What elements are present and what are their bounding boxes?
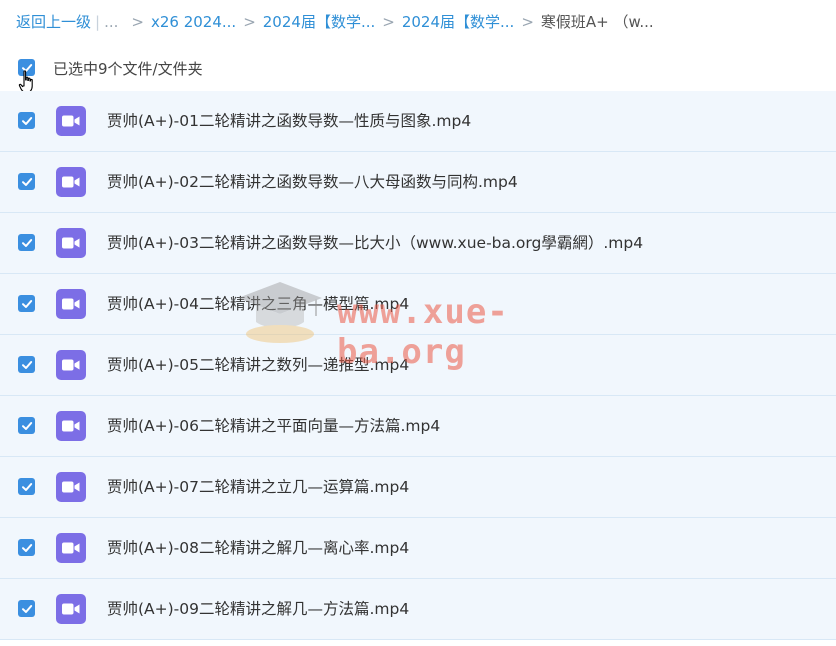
chevron-right-icon: > [521, 13, 534, 31]
file-name: 贾帅(A+)-09二轮精讲之解几—方法篇.mp4 [107, 600, 410, 618]
checkmark-icon [21, 482, 32, 491]
breadcrumb-item[interactable]: 2024届【数学... [402, 13, 514, 31]
video-file-icon [56, 228, 86, 258]
breadcrumb-ellipsis[interactable]: ... [104, 13, 118, 31]
video-file-icon [56, 594, 86, 624]
chevron-right-icon: > [131, 13, 144, 31]
file-checkbox[interactable] [18, 600, 35, 617]
file-name: 贾帅(A+)-02二轮精讲之函数导数—八大母函数与同构.mp4 [107, 173, 518, 191]
checkmark-icon [21, 299, 32, 308]
file-list: 贾帅(A+)-01二轮精讲之函数导数—性质与图象.mp4 贾帅(A+)-02二轮精… [0, 91, 836, 640]
chevron-right-icon: > [243, 13, 256, 31]
file-checkbox[interactable] [18, 356, 35, 373]
file-row[interactable]: 贾帅(A+)-06二轮精讲之平面向量—方法篇.mp4 [0, 396, 836, 457]
video-file-icon [56, 411, 86, 441]
file-row[interactable]: 贾帅(A+)-07二轮精讲之立几—运算篇.mp4 [0, 457, 836, 518]
breadcrumb-item[interactable]: 2024届【数学... [263, 13, 375, 31]
file-checkbox[interactable] [18, 295, 35, 312]
file-checkbox[interactable] [18, 478, 35, 495]
checkmark-icon [21, 238, 32, 247]
video-file-icon [56, 472, 86, 502]
file-name: 贾帅(A+)-08二轮精讲之解几—离心率.mp4 [107, 539, 410, 557]
chevron-right-icon: > [382, 13, 395, 31]
file-row[interactable]: 贾帅(A+)-02二轮精讲之函数导数—八大母函数与同构.mp4 [0, 152, 836, 213]
file-name: 贾帅(A+)-05二轮精讲之数列—递推型.mp4 [107, 356, 410, 374]
video-file-icon [56, 106, 86, 136]
checkmark-icon [21, 177, 32, 186]
file-row[interactable]: 贾帅(A+)-08二轮精讲之解几—离心率.mp4 [0, 518, 836, 579]
breadcrumb-divider: | [95, 13, 101, 31]
file-name: 贾帅(A+)-03二轮精讲之函数导数—比大小（www.xue-ba.org學霸網… [107, 234, 644, 252]
video-file-icon [56, 167, 86, 197]
selection-count-text: 已选中9个文件/文件夹 [53, 60, 203, 78]
checkmark-icon [21, 421, 32, 430]
file-checkbox[interactable] [18, 417, 35, 434]
checkmark-icon [21, 543, 32, 552]
breadcrumb-item[interactable]: x26 2024... [151, 13, 236, 31]
checkmark-icon [21, 360, 32, 369]
file-row[interactable]: 贾帅(A+)-05二轮精讲之数列—递推型.mp4 [0, 335, 836, 396]
video-file-icon [56, 533, 86, 563]
checkmark-icon [21, 604, 32, 613]
file-checkbox[interactable] [18, 173, 35, 190]
file-row[interactable]: 贾帅(A+)-01二轮精讲之函数导数—性质与图象.mp4 [0, 91, 836, 152]
breadcrumb-current: 寒假班A+ （w... [540, 13, 654, 31]
file-row[interactable]: 贾帅(A+)-09二轮精讲之解几—方法篇.mp4 [0, 579, 836, 640]
checkmark-icon [21, 116, 32, 125]
selection-bar: 已选中9个文件/文件夹 [0, 50, 836, 86]
file-row[interactable]: 贾帅(A+)-03二轮精讲之函数导数—比大小（www.xue-ba.org學霸網… [0, 213, 836, 274]
file-row[interactable]: 贾帅(A+)-04二轮精讲之三角—模型篇.mp4 [0, 274, 836, 335]
file-name: 贾帅(A+)-06二轮精讲之平面向量—方法篇.mp4 [107, 417, 441, 435]
file-checkbox[interactable] [18, 539, 35, 556]
file-name: 贾帅(A+)-01二轮精讲之函数导数—性质与图象.mp4 [107, 112, 472, 130]
file-checkbox[interactable] [18, 234, 35, 251]
file-checkbox[interactable] [18, 112, 35, 129]
video-file-icon [56, 350, 86, 380]
back-link[interactable]: 返回上一级 [16, 13, 91, 31]
video-file-icon [56, 289, 86, 319]
file-name: 贾帅(A+)-04二轮精讲之三角—模型篇.mp4 [107, 295, 410, 313]
file-name: 贾帅(A+)-07二轮精讲之立几—运算篇.mp4 [107, 478, 410, 496]
breadcrumb: 返回上一级 |... > x26 2024... >2024届【数学... >2024届【… [16, 10, 654, 34]
